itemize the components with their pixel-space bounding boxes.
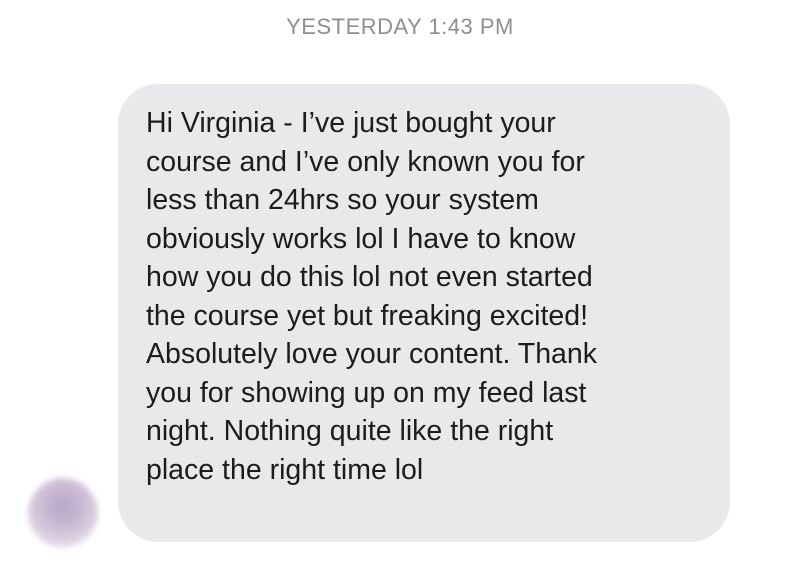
sender-avatar[interactable] <box>28 478 98 548</box>
message-timestamp: YESTERDAY 1:43 PM <box>286 14 514 39</box>
message-text: Hi Virginia - I’ve just bought your cour… <box>146 107 597 486</box>
incoming-message-bubble[interactable]: Hi Virginia - I’ve just bought your cour… <box>118 84 730 542</box>
